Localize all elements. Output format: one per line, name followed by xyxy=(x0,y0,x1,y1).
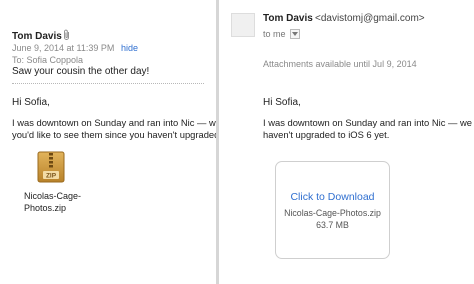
zip-file-icon[interactable]: ZIP xyxy=(37,151,65,183)
body-line: haven't upgraded to iOS 6 yet. xyxy=(263,129,390,140)
attachment-filename[interactable]: Photos.zip xyxy=(24,203,66,213)
download-link[interactable]: Click to Download xyxy=(276,191,389,203)
attachment-filename: Nicolas-Cage-Photos.zip xyxy=(284,208,381,218)
chevron-down-icon xyxy=(292,32,298,36)
recipient-line: To: Sofia Coppola xyxy=(12,55,84,65)
avatar xyxy=(231,13,255,37)
sender-email: <davistomj@gmail.com> xyxy=(315,13,425,24)
download-attachment-card[interactable]: Click to Download Nicolas-Cage-Photos.zi… xyxy=(275,161,390,259)
ios-mail-pane: Tom Davis June 9, 2014 at 11:39 PM hide … xyxy=(0,0,216,284)
hide-details-link[interactable]: hide xyxy=(121,43,138,53)
body-line: I was downtown on Sunday and ran into Ni… xyxy=(263,117,472,128)
sender-name: Tom Davis xyxy=(263,13,313,24)
body-greeting: Hi Sofia, xyxy=(263,97,301,108)
sender-name: Tom Davis xyxy=(12,31,62,42)
header-divider xyxy=(12,83,204,84)
message-subject: Saw your cousin the other day! xyxy=(12,66,150,77)
body-line: you'd like to see them since you haven't… xyxy=(12,129,216,140)
attachment-size: 63.7 MB xyxy=(316,220,349,230)
gmail-pane: Tom Davis <davistomj@gmail.com> to me At… xyxy=(219,0,474,284)
message-date: June 9, 2014 at 11:39 PM xyxy=(12,43,115,53)
body-line: I was downtown on Sunday and ran into Ni… xyxy=(12,117,216,128)
paperclip-icon xyxy=(62,29,71,44)
body-greeting: Hi Sofia, xyxy=(12,97,50,108)
attachments-notice: Attachments available until Jul 9, 2014 xyxy=(263,59,417,69)
recipient-line: to me xyxy=(263,29,286,39)
zip-icon-text: ZIP xyxy=(46,173,57,180)
recipient-details-dropdown[interactable] xyxy=(290,29,300,39)
attachment-filename[interactable]: Nicolas-Cage- xyxy=(24,191,81,201)
